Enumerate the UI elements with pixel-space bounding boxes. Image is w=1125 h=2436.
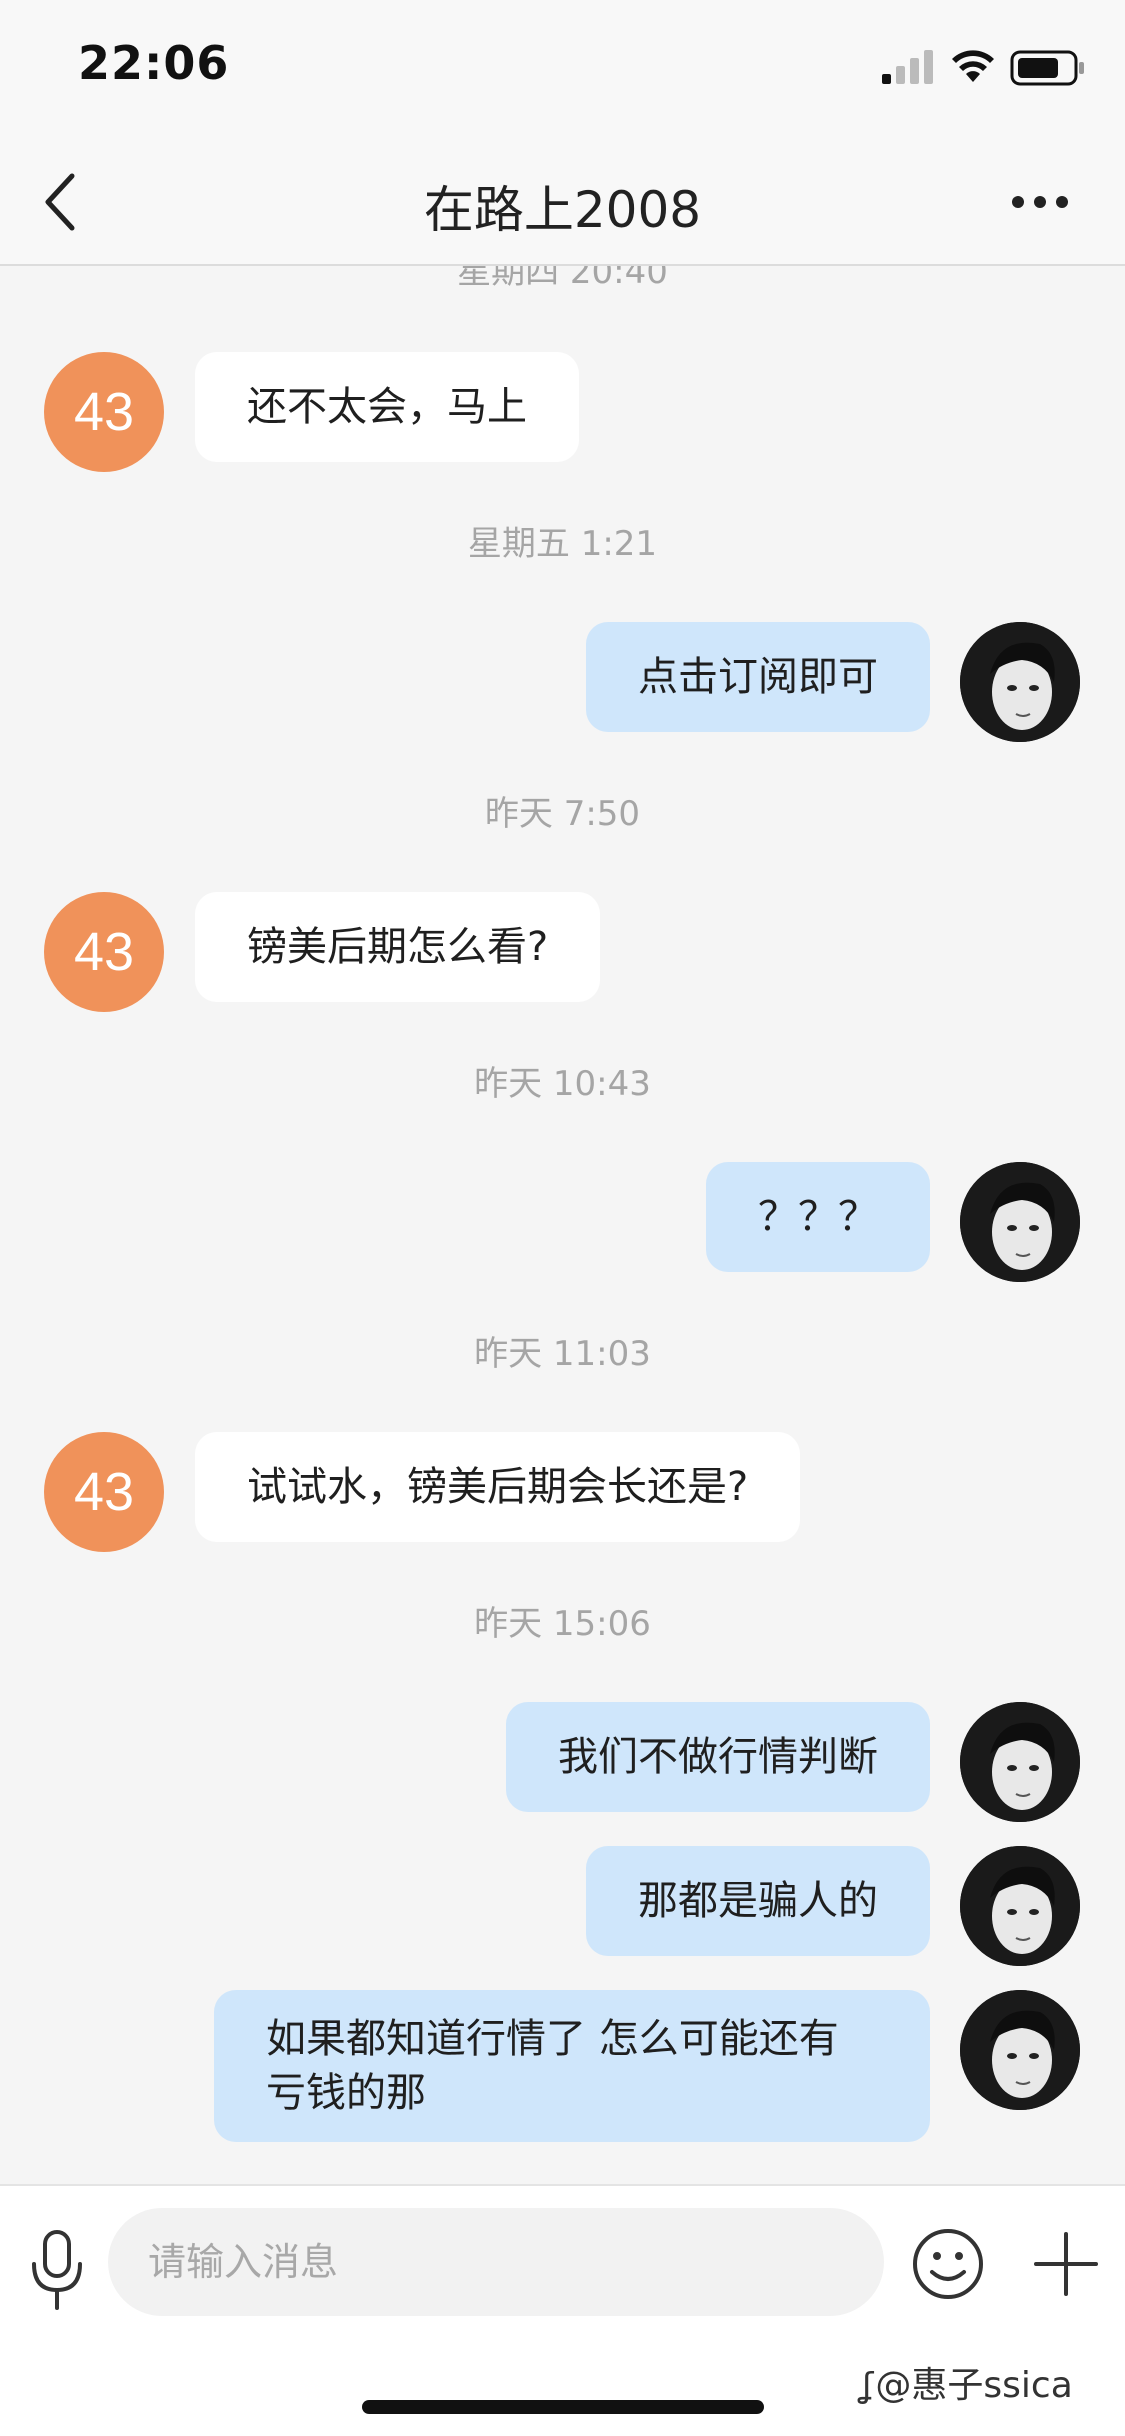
portrait-icon (960, 1702, 1080, 1822)
more-options-button[interactable] (1000, 172, 1080, 232)
microphone-icon (32, 2230, 82, 2310)
incoming-message[interactable]: 镑美后期怎么看? (195, 892, 601, 1002)
emoji-button[interactable] (910, 2226, 986, 2302)
watermark: ʆ@惠子ssica (862, 2356, 1073, 2408)
timestamp: 昨天 10:43 (474, 1064, 651, 1104)
voice-button[interactable] (22, 2226, 92, 2316)
timestamp: 昨天 15:06 (474, 1604, 651, 1644)
outgoing-message[interactable]: 那都是骗人的 (586, 1846, 930, 1956)
weibo-logo-icon: ʆ (862, 2366, 874, 2406)
incoming-message[interactable]: 试试水，镑美后期会长还是? (195, 1432, 801, 1542)
portrait-icon (960, 1846, 1080, 1966)
portrait-icon (960, 1990, 1080, 2110)
status-bar: 22:06 (0, 0, 1125, 140)
home-indicator (362, 2400, 764, 2414)
user-avatar[interactable] (960, 1702, 1080, 1822)
contact-avatar[interactable]: 43 (44, 892, 164, 1012)
chat-screen: 22:06 在路上2008 星期四 20:40 43 还不太会，马上 星期五 1… (0, 0, 1125, 2436)
wifi-icon (952, 50, 994, 82)
user-avatar[interactable] (960, 1846, 1080, 1966)
message-list[interactable]: 星期四 20:40 43 还不太会，马上 星期五 1:21 点击订阅即可 昨天 … (0, 266, 1125, 2184)
chat-title: 在路上2008 (423, 181, 702, 239)
user-avatar[interactable] (960, 1990, 1080, 2110)
signal-icon (882, 50, 933, 84)
more-dots-icon (1012, 196, 1068, 208)
outgoing-message[interactable]: ？？？ (706, 1162, 930, 1272)
portrait-icon (960, 622, 1080, 742)
message-line: 亏钱的那 (266, 2070, 426, 2116)
user-avatar[interactable] (960, 1162, 1080, 1282)
contact-avatar[interactable]: 43 (44, 1432, 164, 1552)
nav-bar: 在路上2008 (0, 140, 1125, 266)
timestamp: 星期四 20:40 (457, 266, 668, 292)
input-bar: ʆ@惠子ssica (0, 2184, 1125, 2436)
contact-avatar[interactable]: 43 (44, 352, 164, 472)
smiley-icon (913, 2229, 983, 2299)
message-input[interactable] (108, 2208, 884, 2316)
timestamp: 昨天 11:03 (474, 1334, 651, 1374)
portrait-icon (960, 1162, 1080, 1282)
timestamp: 星期五 1:21 (467, 524, 658, 564)
plus-icon (1034, 2232, 1098, 2296)
user-avatar[interactable] (960, 622, 1080, 742)
outgoing-message[interactable]: 如果都知道行情了 怎么可能还有 亏钱的那 (214, 1990, 930, 2142)
status-time: 22:06 (78, 36, 230, 90)
battery-icon (1010, 50, 1084, 86)
outgoing-message[interactable]: 点击订阅即可 (586, 622, 930, 732)
plus-button[interactable] (1028, 2226, 1104, 2302)
message-line: 如果都知道行情了 怎么可能还有 (266, 2016, 839, 2062)
outgoing-message[interactable]: 我们不做行情判断 (506, 1702, 930, 1812)
watermark-text: @惠子ssica (875, 2365, 1073, 2406)
incoming-message[interactable]: 还不太会，马上 (195, 352, 579, 462)
timestamp: 昨天 7:50 (484, 794, 641, 834)
